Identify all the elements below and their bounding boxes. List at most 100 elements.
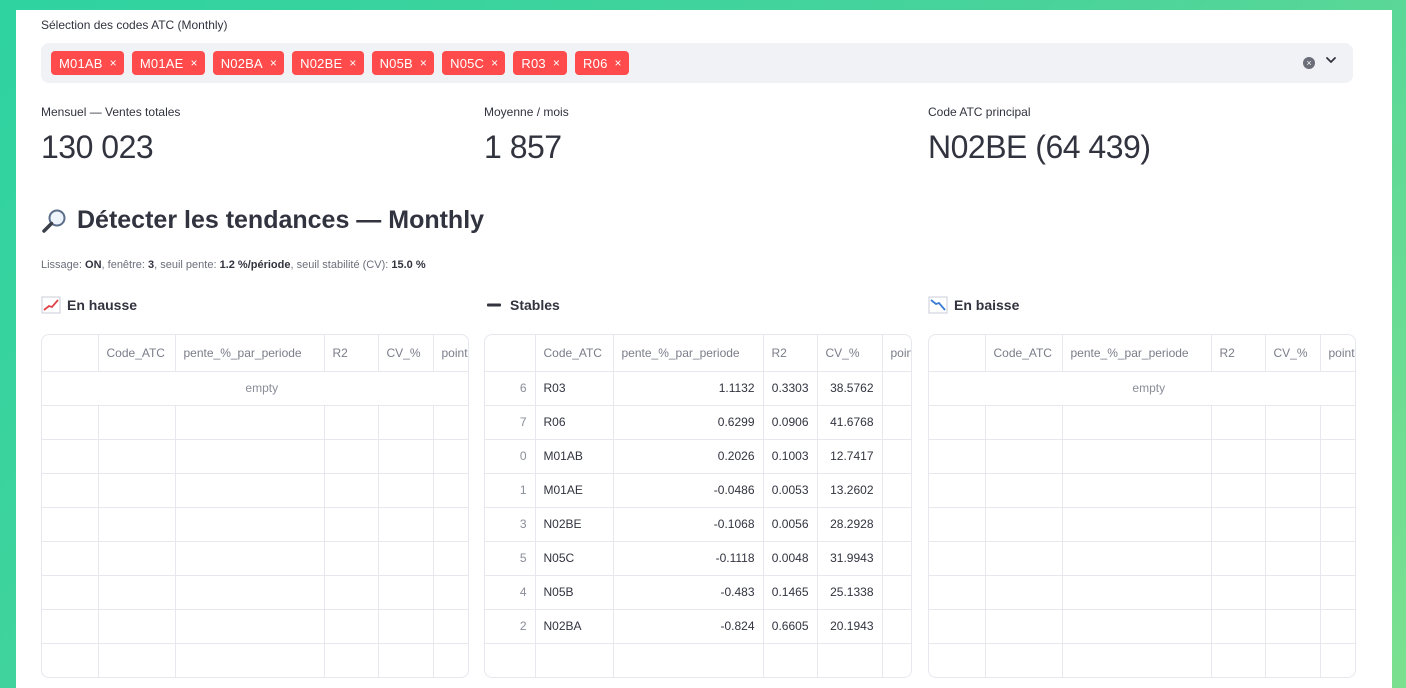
table-row — [929, 507, 1355, 542]
column-header[interactable]: Code_ATC — [985, 335, 1063, 372]
column-header[interactable]: point — [882, 335, 911, 372]
column-header[interactable]: pente_%_par_periode — [613, 335, 764, 372]
tag-label: R06 — [583, 55, 608, 71]
tag-label: R03 — [521, 55, 546, 71]
cell-r2: 0.3303 — [763, 371, 818, 406]
column-header[interactable]: R2 — [1211, 335, 1266, 372]
close-icon[interactable]: × — [553, 56, 560, 70]
cell-code: N02BA — [535, 609, 614, 644]
cell-cv: 41.6768 — [817, 405, 883, 440]
cell-r2: 0.0056 — [763, 507, 818, 542]
column-header[interactable]: CV_% — [817, 335, 883, 372]
table-stables[interactable]: Code_ATC pente_%_par_periode R2 CV_% poi… — [484, 334, 912, 678]
table-row[interactable]: 2 N02BA -0.824 0.6605 20.1943 — [485, 609, 911, 644]
close-icon[interactable]: × — [349, 56, 356, 70]
cell-pente: -0.483 — [613, 575, 764, 610]
tag-n05b: N05B × — [371, 51, 435, 75]
cell-code: M01AE — [535, 473, 614, 508]
subheader-en-baisse: En baisse — [928, 296, 1019, 314]
selected-tags: M01AB × M01AE × N02BA × N02BE × N05B × N05C × … — [51, 51, 629, 75]
parameters-caption: Lissage: ON, fenêtre: 3, seuil pente: 1.… — [41, 259, 426, 271]
table-row[interactable]: 4 N05B -0.483 0.1465 25.1338 — [485, 575, 911, 610]
metric-label: Mensuel — Ventes totales — [41, 105, 181, 119]
cell-r2: 0.0048 — [763, 541, 818, 576]
table-en-baisse[interactable]: Code_ATC pente_%_par_periode R2 CV_% poi… — [928, 334, 1356, 678]
close-icon[interactable]: × — [110, 56, 117, 70]
column-header[interactable]: R2 — [324, 335, 379, 372]
table-row[interactable]: 3 N02BE -0.1068 0.0056 28.2928 — [485, 507, 911, 542]
cell-r2: 0.0906 — [763, 405, 818, 440]
column-header[interactable] — [929, 335, 986, 372]
cell-pente: 1.1132 — [613, 371, 764, 406]
cell-code: N05B — [535, 575, 614, 610]
close-icon[interactable]: × — [615, 56, 622, 70]
close-icon[interactable]: × — [420, 56, 427, 70]
table-row[interactable]: 6 R03 1.1132 0.3303 38.5762 — [485, 371, 911, 406]
atc-multiselect[interactable]: M01AB × M01AE × N02BA × N02BE × N05B × N05C × … — [41, 43, 1353, 83]
close-icon[interactable]: × — [491, 56, 498, 70]
empty-text: empty — [42, 371, 468, 406]
table-row — [929, 609, 1355, 644]
row-index: 3 — [485, 507, 536, 542]
row-index: 6 — [485, 371, 536, 406]
metric-monthly-average: Moyenne / mois 1 857 — [484, 105, 569, 166]
metric-label: Code ATC principal — [928, 105, 1031, 119]
table-row — [42, 575, 468, 610]
table-row — [42, 541, 468, 576]
clear-all-icon[interactable]: × — [1303, 57, 1315, 69]
cell-code: N05C — [535, 541, 614, 576]
tag-m01ae: M01AE × — [131, 51, 205, 75]
metric-value: 130 023 — [41, 129, 154, 165]
column-header[interactable] — [42, 335, 99, 372]
cell-r2: 0.1003 — [763, 439, 818, 474]
cell-pente: -0.1068 — [613, 507, 764, 542]
row-index: 4 — [485, 575, 536, 610]
cell-cv: 25.1338 — [817, 575, 883, 610]
column-header[interactable]: Code_ATC — [98, 335, 176, 372]
table-row — [42, 439, 468, 474]
table-row[interactable]: 7 R06 0.6299 0.0906 41.6768 — [485, 405, 911, 440]
cell-cv: 13.2602 — [817, 473, 883, 508]
cell-code: M01AB — [535, 439, 614, 474]
tag-n05c: N05C × — [442, 51, 506, 75]
chevron-down-icon[interactable] — [1325, 54, 1337, 66]
metric-main-atc-code: Code ATC principal N02BE (64 439) — [928, 105, 1151, 166]
column-header[interactable]: CV_% — [1265, 335, 1321, 372]
tag-label: M01AE — [139, 55, 184, 71]
column-header[interactable]: point — [433, 335, 468, 372]
metric-label: Moyenne / mois — [484, 105, 569, 119]
cell-pente: 0.2026 — [613, 439, 764, 474]
row-index: 0 — [485, 439, 536, 474]
chart-decreasing-icon — [928, 296, 948, 314]
cell-cv: 12.7417 — [817, 439, 883, 474]
column-header[interactable]: pente_%_par_periode — [1062, 335, 1212, 372]
column-header[interactable] — [485, 335, 536, 372]
table-row[interactable]: 5 N05C -0.1118 0.0048 31.9943 — [485, 541, 911, 576]
row-index: 2 — [485, 609, 536, 644]
cell-cv: 31.9943 — [817, 541, 883, 576]
close-icon[interactable]: × — [191, 56, 198, 70]
column-header[interactable]: R2 — [763, 335, 818, 372]
table-row — [42, 507, 468, 542]
column-header[interactable]: CV_% — [378, 335, 434, 372]
column-header[interactable]: pente_%_par_periode — [175, 335, 325, 372]
tag-r03: R03 × — [513, 51, 568, 75]
cell-cv: 38.5762 — [817, 371, 883, 406]
table-row[interactable]: 1 M01AE -0.0486 0.0053 13.2602 — [485, 473, 911, 508]
tag-n02ba: N02BA × — [212, 51, 285, 75]
cell-cv: 20.1943 — [817, 609, 883, 644]
table-row — [42, 405, 468, 440]
table-en-hausse[interactable]: Code_ATC pente_%_par_periode R2 CV_% poi… — [41, 334, 469, 678]
tag-label: N02BE — [300, 55, 343, 71]
table-row[interactable]: 0 M01AB 0.2026 0.1003 12.7417 — [485, 439, 911, 474]
subheader-stables: Stables — [484, 296, 560, 314]
close-icon[interactable]: × — [270, 56, 277, 70]
column-header[interactable]: point — [1320, 335, 1355, 372]
empty-row: empty — [42, 371, 468, 406]
subheader-en-hausse: En hausse — [41, 296, 137, 314]
column-header[interactable]: Code_ATC — [535, 335, 614, 372]
table-row — [929, 541, 1355, 576]
tag-m01ab: M01AB × — [51, 51, 124, 75]
tag-label: N05C — [450, 55, 485, 71]
multiselect-label: Sélection des codes ATC (Monthly) — [41, 18, 228, 32]
